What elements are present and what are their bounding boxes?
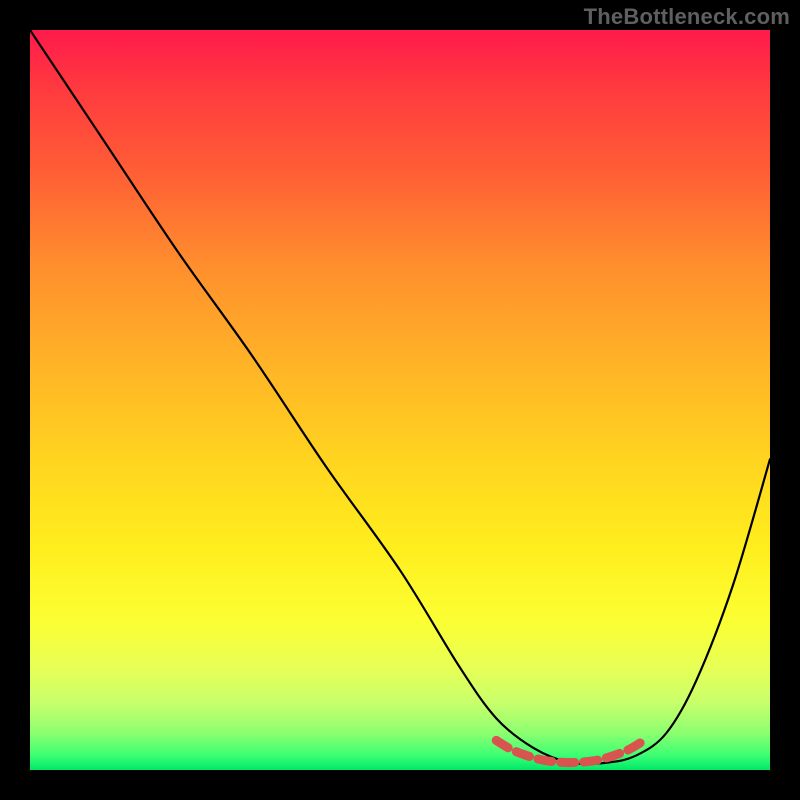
curve-layer bbox=[30, 30, 770, 770]
optimal-zone-marker bbox=[496, 740, 644, 762]
chart-container: TheBottleneck.com bbox=[0, 0, 800, 800]
plot-area bbox=[30, 30, 770, 770]
bottleneck-curve bbox=[30, 30, 770, 764]
watermark-text: TheBottleneck.com bbox=[584, 4, 790, 30]
